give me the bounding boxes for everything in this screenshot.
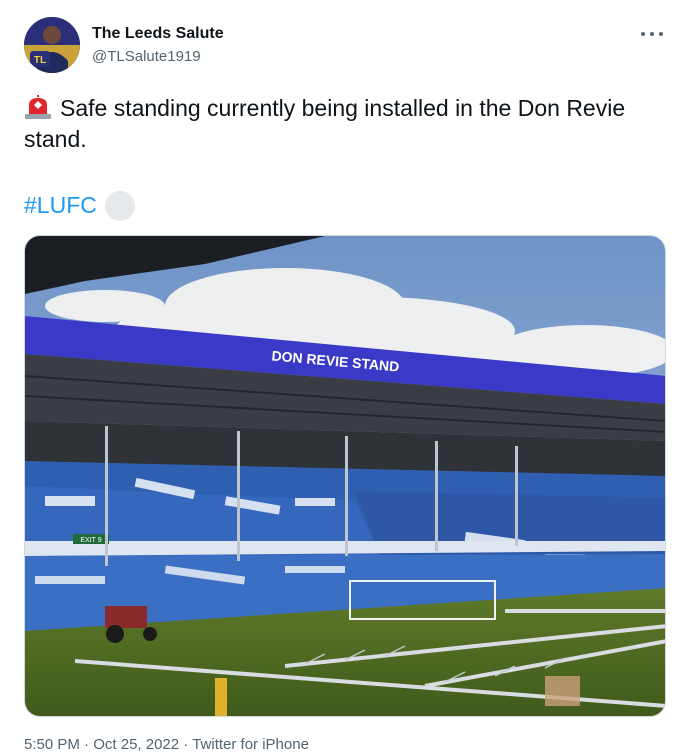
tweet-date[interactable]: Oct 25, 2022	[93, 736, 179, 753]
meta-separator: ·	[84, 736, 90, 753]
avatar-image: TL	[24, 17, 80, 73]
hashtag-link[interactable]: #LUFC	[24, 190, 97, 221]
author-name[interactable]: The Leeds Salute	[92, 25, 224, 43]
hashtag-line: #LUFC	[24, 190, 135, 221]
rotating-light-icon	[25, 95, 51, 119]
exit-sign: EXIT 9	[80, 537, 101, 544]
tweet-source[interactable]: Twitter for iPhone	[192, 736, 309, 753]
emoji-placeholder-icon	[104, 190, 135, 221]
more-options-icon[interactable]	[641, 24, 663, 44]
avatar[interactable]: TL	[24, 17, 80, 73]
tweet-photo[interactable]: DON REVIE STAND EXIT 9	[24, 235, 666, 717]
tweet-time[interactable]: 5:50 PM	[24, 736, 80, 753]
tweet-text: Safe standing currently being installed …	[24, 93, 654, 155]
author-handle[interactable]: @TLSalute1919	[92, 48, 201, 65]
meta-separator-2: ·	[183, 736, 189, 753]
avatar-badge-text: TL	[34, 55, 46, 66]
stadium-photo: DON REVIE STAND EXIT 9	[25, 236, 665, 716]
tweet-body: Safe standing currently being installed …	[24, 95, 626, 152]
tweet: TL The Leeds Salute @TLSalute1919 Safe s…	[0, 0, 683, 753]
tweet-meta: 5:50 PM · Oct 25, 2022 · Twitter for iPh…	[24, 736, 309, 753]
